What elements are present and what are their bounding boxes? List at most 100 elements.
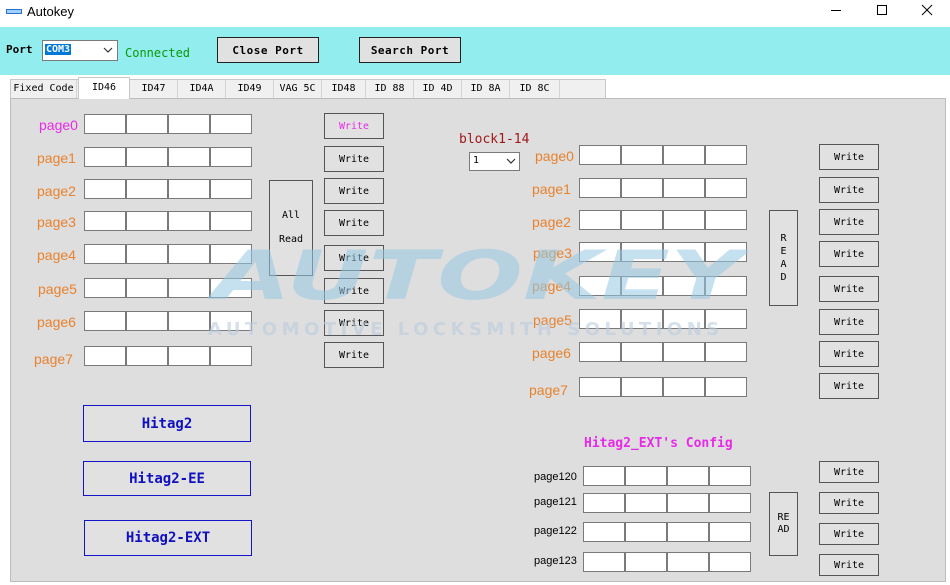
left-page1-write-button[interactable]: Write: [324, 146, 384, 172]
right-page0-byte-3[interactable]: [705, 145, 747, 165]
right-page1-byte-3[interactable]: [705, 178, 747, 198]
right-page5-byte-1[interactable]: [621, 309, 663, 329]
tab-id49[interactable]: ID49: [226, 80, 274, 98]
ext-page120-byte-1[interactable]: [625, 466, 667, 486]
left-page7-byte-0[interactable]: [84, 346, 126, 366]
right-page5-byte-2[interactable]: [663, 309, 705, 329]
right-page7-byte-0[interactable]: [579, 377, 621, 397]
hitag2-ext-button[interactable]: Hitag2-EXT: [84, 520, 252, 556]
right-page1-byte-1[interactable]: [621, 178, 663, 198]
left-page4-byte-2[interactable]: [168, 244, 210, 264]
left-page1-byte-3[interactable]: [210, 147, 252, 167]
block-select[interactable]: 1: [469, 152, 520, 171]
right-page7-byte-2[interactable]: [663, 377, 705, 397]
left-page6-byte-0[interactable]: [84, 311, 126, 331]
left-page4-write-button[interactable]: Write: [324, 245, 384, 271]
right-page3-byte-0[interactable]: [579, 242, 621, 262]
right-page5-byte-3[interactable]: [705, 309, 747, 329]
right-page4-byte-0[interactable]: [579, 276, 621, 296]
ext-page122-byte-1[interactable]: [625, 522, 667, 542]
search-port-button[interactable]: Search Port: [359, 37, 461, 63]
tab-id47[interactable]: ID47: [130, 80, 178, 98]
right-page3-write-button[interactable]: Write: [819, 241, 879, 267]
right-page6-write-button[interactable]: Write: [819, 341, 879, 367]
left-page6-write-button[interactable]: Write: [324, 310, 384, 336]
port-select[interactable]: COM3: [42, 40, 118, 61]
left-page4-byte-1[interactable]: [126, 244, 168, 264]
right-page6-byte-1[interactable]: [621, 342, 663, 362]
left-page2-byte-2[interactable]: [168, 179, 210, 199]
right-page0-byte-1[interactable]: [621, 145, 663, 165]
left-page5-byte-2[interactable]: [168, 278, 210, 298]
right-page4-write-button[interactable]: Write: [819, 276, 879, 302]
all-read-button[interactable]: All Read: [269, 180, 313, 276]
left-page4-byte-3[interactable]: [210, 244, 252, 264]
close-window-button[interactable]: [904, 0, 950, 22]
right-page6-byte-0[interactable]: [579, 342, 621, 362]
left-page3-write-button[interactable]: Write: [324, 210, 384, 236]
ext-page122-byte-3[interactable]: [709, 522, 751, 542]
left-page3-byte-2[interactable]: [168, 211, 210, 231]
ext-read-button[interactable]: RE AD: [769, 492, 798, 556]
tab-id-4d[interactable]: ID 4D: [414, 80, 462, 98]
right-page2-byte-0[interactable]: [579, 210, 621, 230]
left-page6-byte-1[interactable]: [126, 311, 168, 331]
left-page3-byte-3[interactable]: [210, 211, 252, 231]
left-page7-write-button[interactable]: Write: [324, 342, 384, 368]
left-page5-byte-0[interactable]: [84, 278, 126, 298]
right-page3-byte-1[interactable]: [621, 242, 663, 262]
ext-page120-byte-2[interactable]: [667, 466, 709, 486]
tab-fixed-code[interactable]: Fixed Code: [11, 80, 77, 98]
right-page1-byte-2[interactable]: [663, 178, 705, 198]
right-page1-byte-0[interactable]: [579, 178, 621, 198]
left-page2-write-button[interactable]: Write: [324, 178, 384, 204]
left-page7-byte-2[interactable]: [168, 346, 210, 366]
left-page0-write-button[interactable]: Write: [324, 113, 384, 139]
ext-page122-write-button[interactable]: Write: [819, 523, 879, 545]
right-page2-byte-1[interactable]: [621, 210, 663, 230]
tab-id46[interactable]: ID46: [78, 77, 130, 99]
maximize-button[interactable]: [859, 0, 905, 22]
left-page3-byte-1[interactable]: [126, 211, 168, 231]
right-page0-byte-0[interactable]: [579, 145, 621, 165]
right-page6-byte-3[interactable]: [705, 342, 747, 362]
left-page6-byte-2[interactable]: [168, 311, 210, 331]
left-page2-byte-1[interactable]: [126, 179, 168, 199]
ext-page121-byte-3[interactable]: [709, 493, 751, 513]
right-page6-byte-2[interactable]: [663, 342, 705, 362]
left-page0-byte-3[interactable]: [210, 114, 252, 134]
left-page5-byte-1[interactable]: [126, 278, 168, 298]
left-page2-byte-3[interactable]: [210, 179, 252, 199]
ext-page121-write-button[interactable]: Write: [819, 492, 879, 514]
ext-page120-byte-3[interactable]: [709, 466, 751, 486]
tab-vag-5c[interactable]: VAG 5C: [274, 80, 322, 98]
left-page0-byte-1[interactable]: [126, 114, 168, 134]
ext-page120-byte-0[interactable]: [583, 466, 625, 486]
left-page7-byte-3[interactable]: [210, 346, 252, 366]
left-page7-byte-1[interactable]: [126, 346, 168, 366]
right-page0-byte-2[interactable]: [663, 145, 705, 165]
right-page2-write-button[interactable]: Write: [819, 209, 879, 235]
left-page4-byte-0[interactable]: [84, 244, 126, 264]
close-port-button[interactable]: Close Port: [217, 37, 319, 63]
right-page5-write-button[interactable]: Write: [819, 309, 879, 335]
right-page4-byte-1[interactable]: [621, 276, 663, 296]
left-page1-byte-0[interactable]: [84, 147, 126, 167]
tab-id-8a[interactable]: ID 8A: [462, 80, 510, 98]
right-page7-byte-1[interactable]: [621, 377, 663, 397]
left-page0-byte-0[interactable]: [84, 114, 126, 134]
right-page4-byte-3[interactable]: [705, 276, 747, 296]
ext-page121-byte-2[interactable]: [667, 493, 709, 513]
left-page5-byte-3[interactable]: [210, 278, 252, 298]
hitag2-button[interactable]: Hitag2: [83, 405, 251, 442]
left-page1-byte-1[interactable]: [126, 147, 168, 167]
ext-page120-write-button[interactable]: Write: [819, 461, 879, 483]
hitag2-ee-button[interactable]: Hitag2-EE: [83, 461, 251, 496]
ext-page123-byte-0[interactable]: [583, 552, 625, 572]
minimize-button[interactable]: [813, 0, 859, 22]
ext-page123-byte-3[interactable]: [709, 552, 751, 572]
right-page7-byte-3[interactable]: [705, 377, 747, 397]
tab-id48[interactable]: ID48: [322, 80, 366, 98]
tab-id-88[interactable]: ID 88: [366, 80, 414, 98]
ext-page122-byte-2[interactable]: [667, 522, 709, 542]
